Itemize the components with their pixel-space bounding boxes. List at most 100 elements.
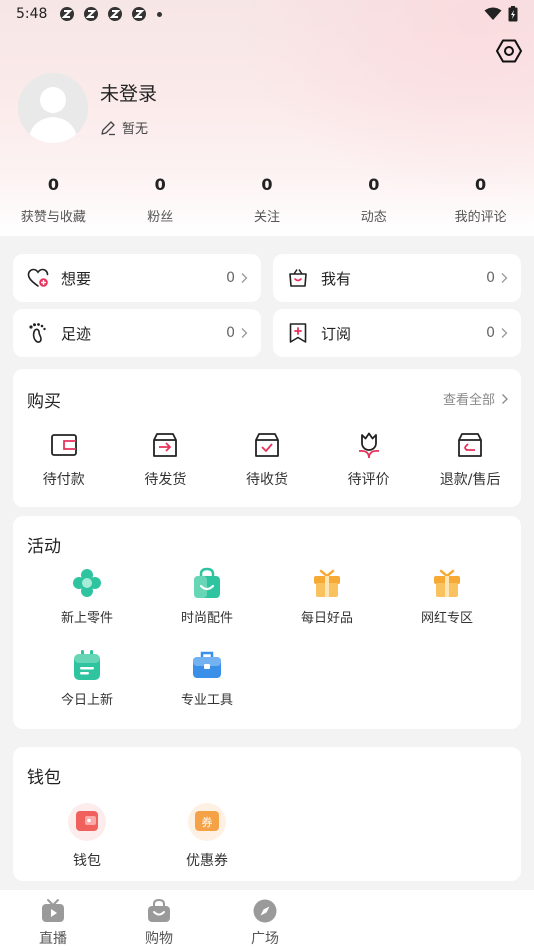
- shopping-bag-icon: [194, 567, 220, 598]
- nav-shopping[interactable]: 购物: [106, 890, 212, 950]
- quick-card-subscribe[interactable]: 订阅 0: [273, 309, 521, 357]
- activity-label: 新上零件: [60, 611, 113, 626]
- activity-label: 网红专区: [420, 611, 473, 626]
- avatar[interactable]: [18, 73, 88, 143]
- box-arrow-icon: [153, 433, 178, 457]
- stat-value: 0: [368, 175, 380, 194]
- order-pending-payment[interactable]: 待付款: [13, 431, 115, 489]
- toolbox-icon: [193, 651, 221, 678]
- stat-label: 粉丝: [147, 210, 174, 225]
- quick-label: 足迹: [61, 324, 92, 343]
- wallet-label: 钱包: [73, 853, 101, 869]
- nav-square[interactable]: 广场: [212, 890, 318, 950]
- default-avatar-icon: [18, 73, 88, 143]
- status-bar: 5:48: [0, 0, 534, 28]
- activity-label: 专业工具: [180, 693, 233, 708]
- stat-posts[interactable]: 0 动态: [320, 175, 427, 225]
- purchase-card: 购买 查看全部 待付款 待发货 待收货 待评价 退款/售后: [13, 369, 521, 507]
- order-pending-shipment[interactable]: 待发货: [115, 431, 217, 489]
- order-refund-aftersales[interactable]: 退款/售后: [419, 431, 521, 489]
- box-check-icon: [255, 433, 279, 457]
- more-notifications-dot: [157, 11, 163, 17]
- order-pending-receipt[interactable]: 待收货: [216, 431, 318, 489]
- tulip-icon: [358, 432, 379, 459]
- notification-icon: [108, 7, 123, 21]
- stat-label: 关注: [253, 210, 280, 225]
- wallet-outline-icon: [50, 434, 77, 456]
- quick-card-have[interactable]: 我有 0: [273, 254, 521, 302]
- quick-count: 0: [486, 270, 495, 286]
- stat-label: 动态: [360, 210, 387, 225]
- chevron-right-icon: [241, 328, 248, 338]
- username[interactable]: 未登录: [100, 79, 157, 106]
- stat-label: 获赞与收藏: [20, 210, 86, 225]
- chevron-right-icon: [241, 273, 248, 283]
- heart-plus-icon: [27, 268, 49, 287]
- order-label: 待发货: [144, 472, 187, 488]
- order-label: 待收货: [245, 472, 288, 488]
- view-all-label: 查看全部: [442, 393, 495, 408]
- activity-new-today[interactable]: 今日上新: [27, 648, 147, 708]
- activity-influencer-zone[interactable]: 网红专区: [387, 566, 507, 626]
- wallet-label: 优惠券: [186, 853, 228, 869]
- chevron-right-icon: [502, 393, 508, 404]
- view-all-orders-link[interactable]: 查看全部: [443, 389, 509, 408]
- coupon-icon: 券: [188, 803, 226, 841]
- bio-row[interactable]: 暂无: [100, 118, 148, 137]
- calendar-icon: [74, 650, 100, 680]
- flower-icon: [73, 569, 101, 597]
- quick-card-want[interactable]: 想要 0: [13, 254, 261, 302]
- basket-icon: [289, 269, 307, 287]
- order-status-row: 待付款 待发货 待收货 待评价 退款/售后: [13, 431, 521, 489]
- svg-text:券: 券: [202, 815, 213, 829]
- profile-stats: 0 获赞与收藏 0 粉丝 0 关注 0 动态 0 我的评论: [0, 175, 534, 225]
- order-label: 待评价: [347, 472, 390, 488]
- notification-icon: [60, 7, 75, 21]
- bookmark-plus-icon: [289, 323, 307, 343]
- stat-value: 0: [154, 175, 166, 194]
- purchase-title: 购买: [27, 392, 61, 412]
- activity-title: 活动: [27, 537, 61, 557]
- stat-following[interactable]: 0 关注: [214, 175, 321, 225]
- stat-label: 我的评论: [454, 210, 507, 225]
- settings-icon[interactable]: [496, 38, 522, 64]
- quick-label: 我有: [321, 269, 352, 288]
- wallet-card: 钱包 钱包 券 优惠券: [13, 747, 521, 881]
- notification-icon: [132, 7, 147, 21]
- battery-icon: [508, 6, 518, 22]
- nav-label: 购物: [145, 931, 173, 947]
- status-time: 5:48: [16, 6, 48, 22]
- quick-card-footprint[interactable]: 足迹 0: [13, 309, 261, 357]
- stat-value: 0: [261, 175, 273, 194]
- gift-icon: [314, 569, 340, 597]
- quick-label: 订阅: [321, 324, 352, 343]
- stat-fans[interactable]: 0 粉丝: [107, 175, 214, 225]
- edit-icon: [101, 120, 115, 135]
- quick-label: 想要: [61, 269, 92, 288]
- footprint-icon: [29, 323, 46, 343]
- stat-likes-favorites[interactable]: 0 获赞与收藏: [0, 175, 107, 225]
- stat-my-comments[interactable]: 0 我的评论: [427, 175, 534, 225]
- stat-value: 0: [47, 175, 59, 194]
- nav-label: 直播: [39, 931, 67, 947]
- order-label: 退款/售后: [439, 472, 501, 488]
- bio-text: 暂无: [122, 122, 149, 137]
- wallet-icon: [68, 803, 106, 841]
- quick-count: 0: [226, 270, 235, 286]
- order-pending-review[interactable]: 待评价: [318, 431, 420, 489]
- activity-card: 活动 新上零件 时尚配件 每日好品 网红专区 今日上新 专业工具: [13, 516, 521, 729]
- gift-icon: [434, 569, 460, 597]
- box-return-icon: [458, 433, 483, 457]
- activity-new-parts[interactable]: 新上零件: [27, 566, 147, 626]
- activity-daily-picks[interactable]: 每日好品: [267, 566, 387, 626]
- activity-label: 每日好品: [300, 611, 353, 626]
- activity-fashion-accessories[interactable]: 时尚配件: [147, 566, 267, 626]
- nav-live[interactable]: 直播: [0, 890, 106, 950]
- coupon-entry[interactable]: 券 优惠券: [147, 802, 267, 870]
- stat-value: 0: [475, 175, 487, 194]
- wallet-entry[interactable]: 钱包: [27, 802, 147, 870]
- compass-icon: [253, 899, 277, 923]
- activity-pro-tools[interactable]: 专业工具: [147, 648, 267, 708]
- notification-icon: [84, 7, 99, 21]
- activity-label: 今日上新: [60, 693, 113, 708]
